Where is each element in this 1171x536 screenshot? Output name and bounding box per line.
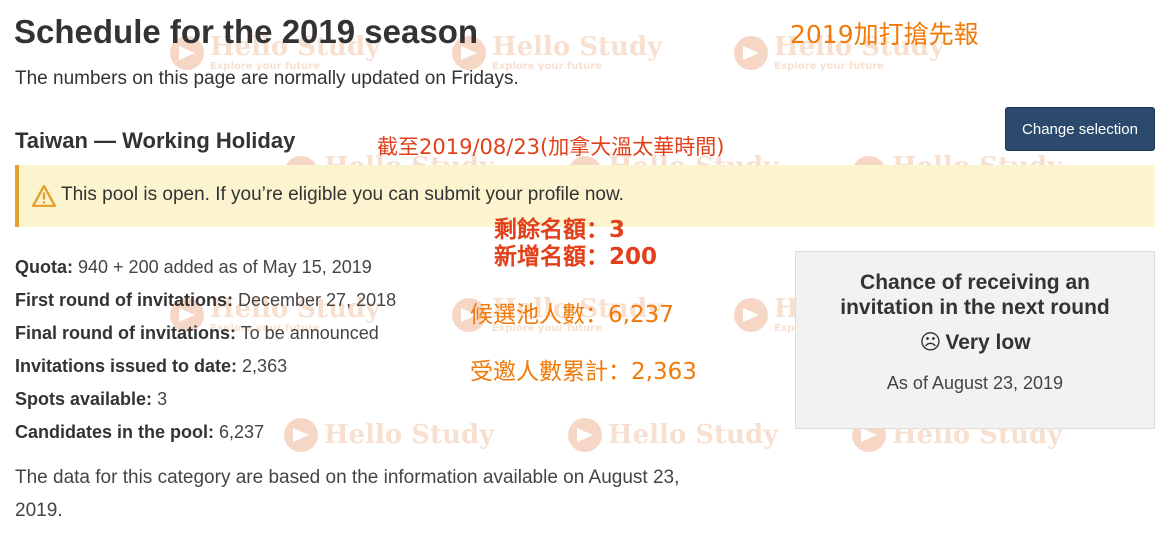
frown-icon: ☹ <box>919 331 942 354</box>
chance-as-of: As of August 23, 2019 <box>886 373 1064 393</box>
change-selection-button[interactable]: Change selection <box>1005 107 1155 151</box>
watermark-logo-icon <box>734 36 768 70</box>
fact-label: Candidates in the pool: <box>15 422 215 442</box>
fact-label: Spots available: <box>15 389 153 409</box>
fact-final-round: Final round of invitations: To be announ… <box>15 318 396 351</box>
watermark-brand: Hello Study <box>608 420 779 450</box>
chance-heading: Chance of receiving an invitation in the… <box>840 271 1110 319</box>
page-title: Schedule for the 2019 season <box>14 13 479 50</box>
pool-facts-list: Quota: 940 + 200 added as of May 15, 201… <box>15 252 396 450</box>
fact-value: 6,237 <box>219 422 265 442</box>
annotation-as-of: 截至2019/08/23(加拿大溫太華時間) <box>377 135 725 159</box>
fact-spots-available: Spots available: 3 <box>15 384 396 417</box>
annotation-invited: 受邀人數累計：2,363 <box>470 359 697 385</box>
data-note: The data for this category are based on … <box>15 467 680 521</box>
fact-label: Invitations issued to date: <box>15 356 238 376</box>
fact-value: 940 + 200 added as of May 15, 2019 <box>78 257 372 277</box>
annotation-pool: 候選池人數：6,237 <box>470 302 674 328</box>
page-subtitle: The numbers on this page are normally up… <box>15 68 519 89</box>
fact-quota: Quota: 940 + 200 added as of May 15, 201… <box>15 252 396 285</box>
category-heading: Taiwan — Working Holiday <box>15 128 296 153</box>
warning-icon <box>32 185 56 207</box>
annotation-headline: 2019加打搶先報 <box>790 20 979 49</box>
fact-label: First round of invitations: <box>15 290 233 310</box>
fact-label: Final round of invitations: <box>15 323 236 343</box>
chance-card: Chance of receiving an invitation in the… <box>795 251 1155 429</box>
alert-text: This pool is open. If you’re eligible yo… <box>61 184 624 205</box>
fact-value: December 27, 2018 <box>238 290 397 310</box>
annotation-added: 新增名額：200 <box>494 244 658 270</box>
fact-value: 2,363 <box>242 356 288 376</box>
fact-first-round: First round of invitations: December 27,… <box>15 285 396 318</box>
fact-invitations-issued: Invitations issued to date: 2,363 <box>15 351 396 384</box>
watermark-brand: Hello Study <box>492 32 663 62</box>
chance-level-text: Very low <box>945 331 1031 354</box>
watermark-tagline: Explore your future <box>774 61 884 72</box>
watermark: Hello Study <box>568 418 778 452</box>
fact-label: Quota: <box>15 257 73 277</box>
fact-value: 3 <box>157 389 168 409</box>
fact-value: To be announced <box>240 323 379 343</box>
chance-level: ☹ Very low <box>796 330 1154 356</box>
fact-candidates-in-pool: Candidates in the pool: 6,237 <box>15 417 396 450</box>
watermark-logo-icon <box>568 418 602 452</box>
annotation-remaining: 剩餘名額：3 <box>494 217 626 243</box>
watermark-logo-icon <box>734 298 768 332</box>
